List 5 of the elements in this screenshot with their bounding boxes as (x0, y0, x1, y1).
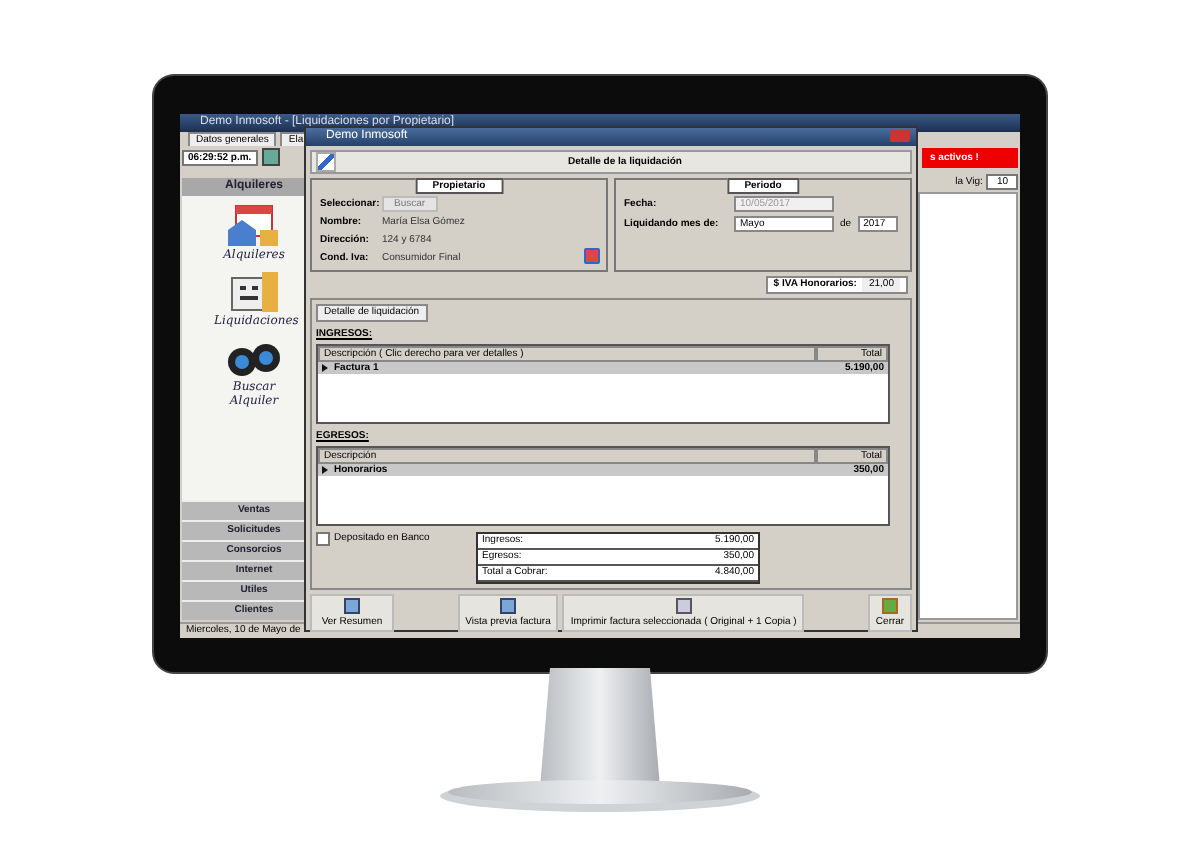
calendar-house-icon[interactable] (224, 204, 284, 248)
row-pointer-icon (322, 466, 328, 474)
checkbox[interactable] (316, 532, 330, 546)
row-pointer-icon (322, 364, 328, 372)
pen-icon[interactable] (316, 152, 336, 172)
